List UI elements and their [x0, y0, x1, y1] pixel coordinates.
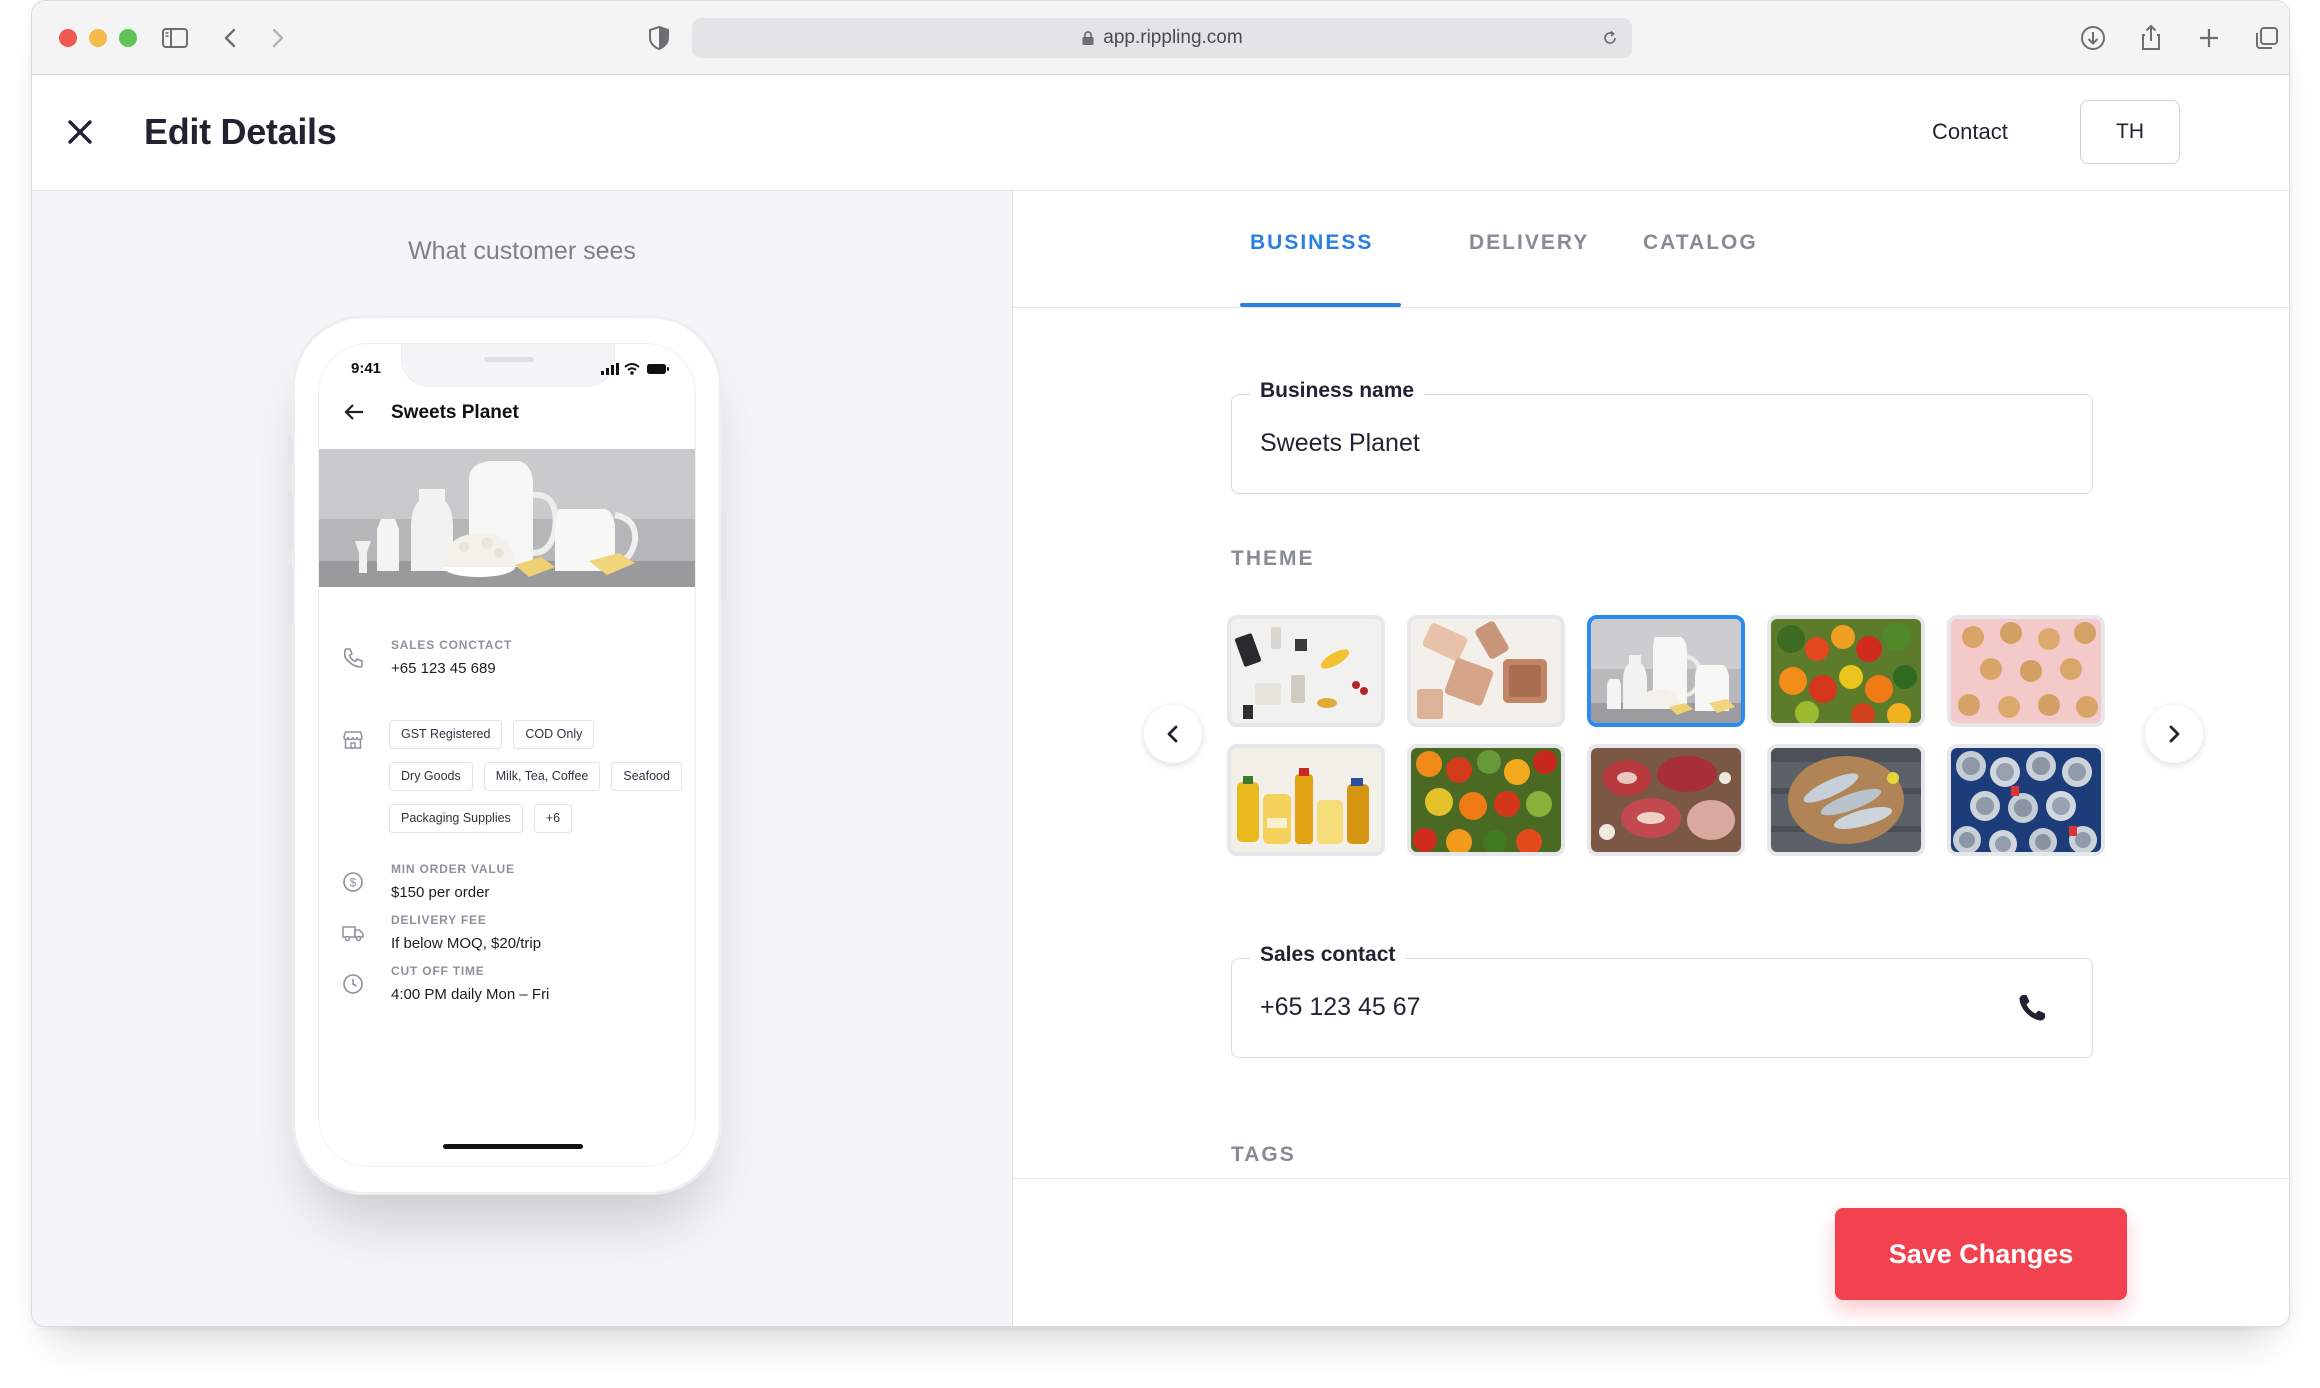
phone-side-button	[721, 511, 726, 601]
sales-contact-field: Sales contact	[1231, 943, 2093, 1058]
back-arrow-icon[interactable]	[214, 21, 248, 55]
theme-packaging-image	[1411, 619, 1561, 723]
cutoff-time-label: CUT OFF TIME	[391, 964, 485, 978]
phone-side-button	[288, 435, 293, 465]
svg-text:$: $	[350, 876, 357, 890]
phone-store-name: Sweets Planet	[391, 402, 519, 423]
sales-contact-label: SALES CONCTACT	[391, 638, 512, 652]
url-text: app.rippling.com	[1103, 27, 1243, 48]
min-order-label: MIN ORDER VALUE	[391, 862, 515, 876]
phone-back-arrow-icon[interactable]	[341, 400, 367, 424]
theme-fruits[interactable]	[1407, 744, 1565, 856]
theme-oils[interactable]	[1227, 744, 1385, 856]
theme-prev-button[interactable]	[1144, 705, 1202, 763]
store-tag: Dry Goods	[389, 762, 473, 791]
phone-screen: 9:41 Sweets Planet SALES CONCTACT +65 12…	[318, 343, 696, 1167]
store-tag: Milk, Tea, Coffee	[483, 762, 601, 791]
phone-notch	[401, 344, 615, 387]
store-tag: Seafood	[611, 762, 682, 791]
home-indicator	[443, 1144, 583, 1149]
tab-overview-icon[interactable]	[2250, 21, 2284, 55]
new-tab-plus-icon[interactable]	[2192, 21, 2226, 55]
privacy-shield-icon[interactable]	[642, 21, 676, 55]
chevron-left-icon	[1167, 725, 1178, 743]
window-minimize-dot[interactable]	[89, 29, 107, 47]
close-icon[interactable]	[60, 112, 100, 152]
avatar[interactable]: TH	[2080, 100, 2180, 164]
theme-fish-image	[1771, 748, 1921, 852]
theme-vegetables-image	[1771, 619, 1921, 723]
clock-icon	[343, 974, 363, 994]
dollar-circle-icon: $	[343, 872, 363, 892]
sales-contact-value: +65 123 45 689	[391, 660, 496, 677]
theme-fruits-image	[1411, 748, 1561, 852]
store-tag: COD Only	[513, 720, 595, 749]
tab-business[interactable]: BUSINESS	[1250, 231, 1373, 255]
store-tag: GST Registered	[389, 720, 503, 749]
app-header: Edit Details Contact TH	[32, 75, 2289, 191]
tags-section-label: TAGS	[1231, 1143, 1296, 1166]
lock-icon	[1082, 31, 1094, 45]
preview-title: What customer sees	[408, 237, 636, 265]
settings-tabs: BUSINESS DELIVERY CATALOG	[1013, 191, 2289, 308]
browser-toolbar: app.rippling.com	[32, 1, 2289, 75]
phone-mockup: 9:41 Sweets Planet SALES CONCTACT +65 12…	[288, 315, 726, 1195]
window-zoom-dot[interactable]	[119, 29, 137, 47]
browser-window: app.rippling.com Edit Details Contact TH…	[31, 0, 2290, 1327]
phone-side-button	[288, 565, 293, 625]
business-name-label: Business name	[1250, 379, 1425, 403]
min-order-value: $150 per order	[391, 884, 490, 901]
chevron-right-icon	[2169, 725, 2180, 743]
delivery-fee-value: If below MOQ, $20/trip	[391, 935, 542, 952]
share-icon[interactable]	[2134, 21, 2168, 55]
truck-icon	[342, 926, 364, 942]
save-changes-button[interactable]: Save Changes	[1835, 1208, 2127, 1300]
business-name-field: Business name	[1231, 379, 2093, 494]
tab-delivery[interactable]: DELIVERY	[1469, 231, 1589, 255]
theme-dairy-image	[1591, 619, 1741, 723]
customer-preview-pane: What customer sees 9:41 Sweets Planet SA…	[32, 191, 1013, 1326]
theme-stationery[interactable]	[1227, 615, 1385, 727]
theme-packaging[interactable]	[1407, 615, 1565, 727]
store-tags: GST Registered COD Only Dry Goods Milk, …	[389, 720, 685, 833]
theme-meat[interactable]	[1587, 744, 1745, 856]
theme-fish[interactable]	[1767, 744, 1925, 856]
theme-vegetables[interactable]	[1767, 615, 1925, 727]
more-tags-badge: +6	[533, 804, 573, 833]
window-close-dot[interactable]	[59, 29, 77, 47]
page-title: Edit Details	[144, 111, 337, 152]
phone-speaker	[484, 357, 534, 362]
store-tag: Packaging Supplies	[389, 804, 523, 833]
theme-stationery-image	[1231, 619, 1381, 723]
sales-contact-label: Sales contact	[1250, 943, 1406, 967]
contact-link[interactable]: Contact	[1932, 119, 2008, 145]
theme-section-label: THEME	[1231, 547, 1315, 570]
forward-arrow-icon[interactable]	[260, 21, 294, 55]
phone-icon	[343, 648, 363, 668]
store-icon	[343, 731, 363, 749]
theme-cans-image	[1951, 748, 2101, 852]
status-time: 9:41	[351, 360, 382, 377]
theme-cookies[interactable]	[1947, 615, 2105, 727]
phone-icon	[2019, 995, 2045, 1021]
status-bar-icons	[601, 363, 669, 375]
delivery-fee-label: DELIVERY FEE	[391, 913, 487, 927]
active-tab-indicator	[1240, 303, 1401, 307]
theme-dairy[interactable]	[1587, 615, 1745, 727]
theme-next-button[interactable]	[2145, 705, 2203, 763]
theme-cans[interactable]	[1947, 744, 2105, 856]
business-name-input[interactable]	[1260, 429, 2020, 458]
cutoff-time-value: 4:00 PM daily Mon – Fri	[391, 986, 550, 1003]
theme-meat-image	[1591, 748, 1741, 852]
store-banner-image	[319, 449, 695, 587]
sidebar-toggle-icon[interactable]	[158, 21, 192, 55]
phone-side-button	[288, 491, 293, 551]
downloads-icon[interactable]	[2076, 21, 2110, 55]
tab-catalog[interactable]: CATALOG	[1643, 231, 1758, 255]
address-bar[interactable]: app.rippling.com	[692, 18, 1632, 58]
theme-oils-image	[1231, 748, 1381, 852]
reload-icon[interactable]	[1600, 28, 1620, 48]
sales-contact-input[interactable]	[1260, 993, 2020, 1022]
theme-cookies-image	[1951, 619, 2101, 723]
